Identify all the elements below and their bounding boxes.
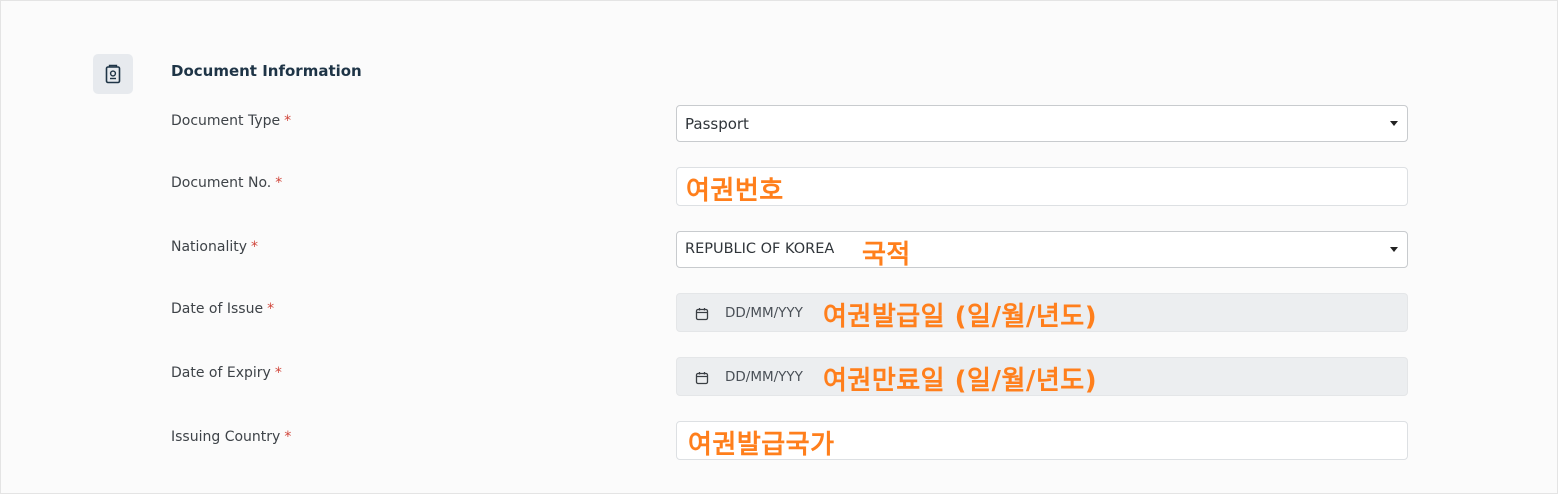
document-no-label-text: Document No. [171,175,272,191]
required-mark: * [267,301,275,317]
required-mark: * [275,175,283,191]
date-of-expiry-placeholder: DD/MM/YYY [725,369,803,385]
nationality-value: REPUBLIC OF KOREA [685,241,835,257]
section-title: Document Information [171,62,362,80]
document-type-select[interactable]: Passport [676,105,1408,142]
nationality-select[interactable]: REPUBLIC OF KOREA [676,231,1408,268]
required-mark: * [251,239,259,255]
chevron-down-icon [1390,121,1398,126]
date-of-issue-label-text: Date of Issue [171,301,264,317]
document-no-annotation: 여권번호 [686,176,784,206]
document-no-label: Document No. * [171,175,282,191]
date-of-issue-placeholder: DD/MM/YYY [725,305,803,321]
issuing-country-label-text: Issuing Country [171,429,281,445]
chevron-down-icon [1390,247,1398,252]
date-of-expiry-annotation: 여권만료일 (일/월/년도) [823,366,1098,396]
required-mark: * [274,365,282,381]
calendar-icon [695,370,709,389]
issuing-country-label: Issuing Country * [171,429,291,445]
nationality-label-text: Nationality [171,239,248,255]
required-mark: * [284,429,292,445]
issuing-country-annotation: 여권발급국가 [688,430,835,460]
document-type-label-text: Document Type [171,113,281,129]
document-type-value: Passport [685,115,749,133]
date-of-expiry-label-text: Date of Expiry [171,365,271,381]
date-of-issue-label: Date of Issue * [171,301,274,317]
document-no-input[interactable] [676,167,1408,206]
date-of-expiry-label: Date of Expiry * [171,365,282,381]
passport-icon [93,54,133,94]
document-type-label: Document Type * [171,113,291,129]
calendar-icon [695,306,709,325]
nationality-annotation: 국적 [862,240,911,270]
document-information-panel: Document Information Document Type * Pass… [0,0,1558,494]
required-mark: * [284,113,292,129]
date-of-issue-annotation: 여권발급일 (일/월/년도) [823,302,1098,332]
nationality-label: Nationality * [171,239,258,255]
